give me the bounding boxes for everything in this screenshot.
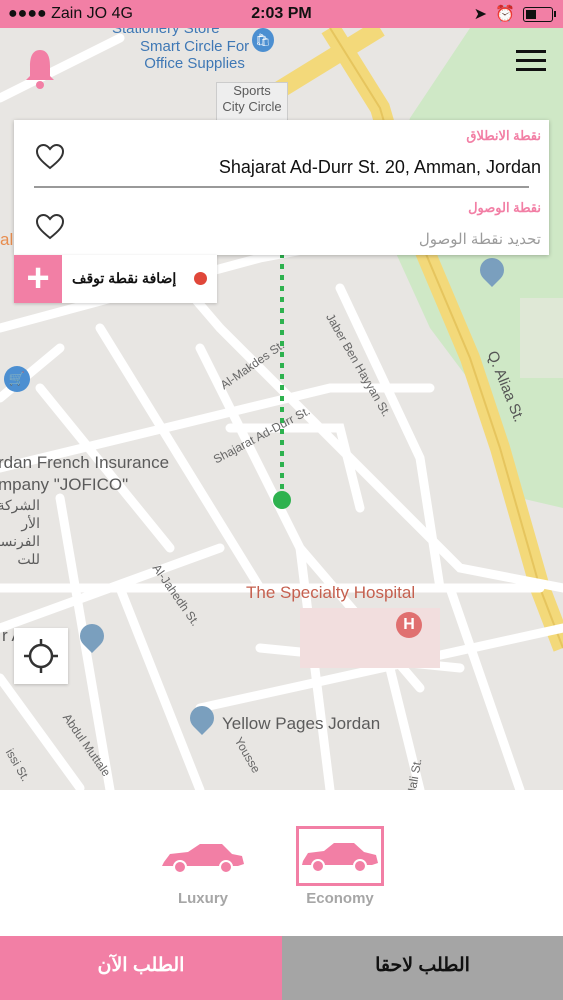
car-economy-icon [302, 843, 378, 873]
selected-indicator [296, 826, 384, 886]
locate-me-button[interactable] [14, 628, 68, 684]
favorite-dropoff-heart-icon[interactable] [36, 214, 64, 240]
map-label-stationery: Stationery Store [112, 28, 220, 37]
car-option-luxury[interactable]: Luxury [158, 830, 248, 907]
car-luxury-label: Luxury [177, 890, 228, 907]
divider [34, 186, 529, 188]
order-now-button[interactable]: الطلب الآن [0, 936, 282, 1000]
alarm-icon: ⏰ [495, 6, 515, 23]
car-luxury-icon [162, 844, 244, 874]
pickup-label: نقطة الانطلاق [466, 128, 541, 143]
shopping-bag-icon: 🛍 [252, 28, 274, 52]
favorite-pickup-heart-icon[interactable] [36, 144, 64, 170]
car-option-economy[interactable]: Economy [296, 826, 384, 907]
car-economy-label: Economy [306, 890, 374, 907]
map-label-sports-city: Sports City Circle [216, 82, 288, 124]
stop-marker-icon [194, 272, 207, 285]
map-label-insurance-ar: الشركة الأر الفرنسية للت [0, 497, 40, 567]
hospital-icon: H [396, 612, 422, 638]
pickup-marker [273, 491, 291, 509]
car-options-panel: Luxury Economy [0, 790, 563, 936]
dropoff-label: نقطة الوصول [468, 200, 541, 215]
battery-icon [523, 6, 556, 22]
status-bar: ●●●● Zain JO 4G 2:03 PM ➤ ⏰ [0, 0, 563, 28]
shopping-cart-icon: 🛒 [4, 366, 30, 392]
crosshair-icon [24, 639, 58, 673]
location-arrow-icon: ➤ [473, 6, 488, 23]
map-label-insurance: rdan French Insurance mpany "JOFICO" [0, 453, 170, 494]
bell-icon[interactable] [24, 48, 56, 90]
menu-icon[interactable] [516, 50, 546, 74]
map-label-yellow-pages: Yellow Pages Jordan [222, 714, 381, 733]
map-label-hospital: The Specialty Hospital [246, 583, 416, 602]
add-stop-button[interactable]: + إضافة نقطة توقف [14, 255, 217, 303]
plus-icon: + [14, 255, 62, 303]
pickup-field[interactable]: Shajarat Ad-Durr St. 20, Amman, Jordan [219, 157, 541, 178]
dropoff-field[interactable]: تحديد نقطة الوصول [419, 230, 541, 248]
building-block [520, 298, 563, 378]
add-stop-label: إضافة نقطة توقف [72, 270, 177, 286]
map-label-smart-circle: Smart Circle For Office Supplies [140, 38, 250, 72]
order-later-button[interactable]: الطلب لاحقا [282, 936, 563, 1000]
route-card: نقطة الانطلاق Shajarat Ad-Durr St. 20, A… [14, 120, 549, 255]
